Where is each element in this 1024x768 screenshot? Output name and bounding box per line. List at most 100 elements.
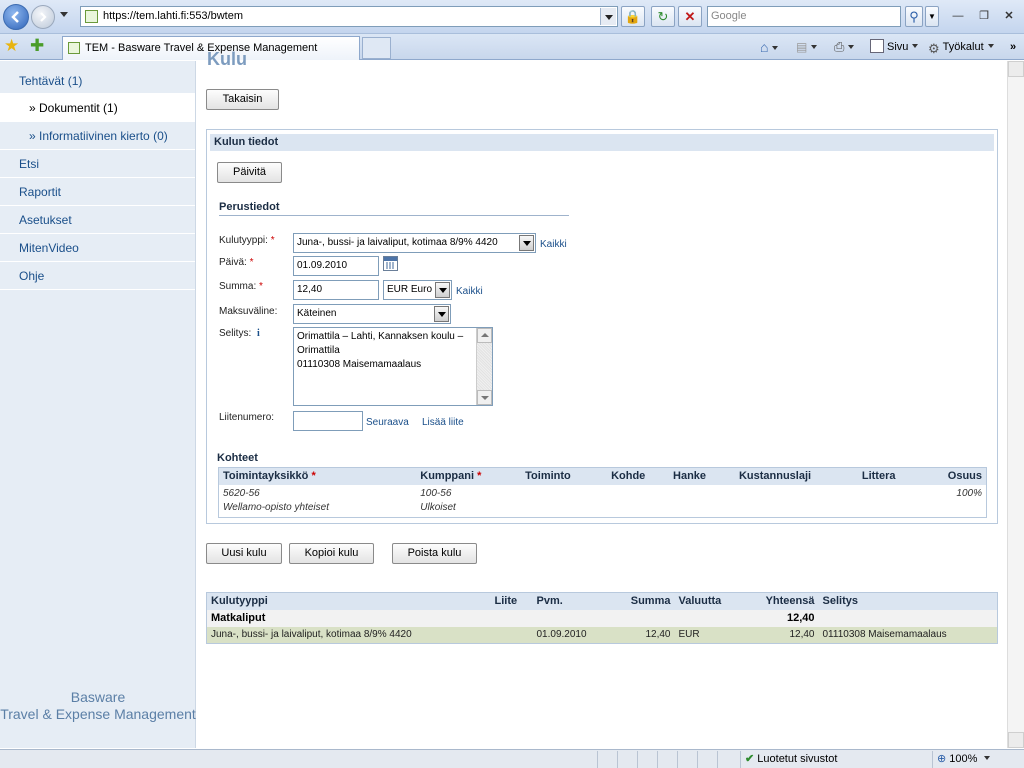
table-row[interactable]: Juna-, bussi- ja laivaliput, kotimaa 8/9…: [206, 626, 998, 644]
scroll-up-icon[interactable]: [1008, 61, 1024, 77]
add-attachment-link[interactable]: Lisää liite: [422, 417, 464, 428]
date-field[interactable]: 01.09.2010: [293, 256, 379, 276]
restore-icon[interactable]: ❐: [975, 8, 993, 25]
scroll-up-icon[interactable]: [477, 328, 492, 343]
panel-title: Kulun tiedot: [210, 134, 994, 151]
summary-group-row: Matkaliput 12,40: [206, 609, 998, 627]
attachment-number-field[interactable]: [293, 411, 363, 431]
stop-icon[interactable]: ✕: [678, 6, 702, 27]
new-tab-button[interactable]: [362, 37, 391, 59]
main-content: Kulu Takaisin Kulun tiedot Päivitä Perus…: [197, 49, 1006, 748]
col-project: Hanke: [669, 467, 735, 485]
share-cell: 100%: [956, 487, 982, 499]
page-menu[interactable]: Sivu: [870, 39, 919, 55]
search-icon[interactable]: ⚲: [905, 6, 923, 27]
description-label: Selitys: i: [219, 328, 260, 339]
basic-info-divider: [219, 215, 569, 216]
sidebar: Tehtävät (1) » Dokumentit (1) » Informat…: [0, 61, 196, 748]
close-window-icon[interactable]: ✕: [1000, 8, 1018, 25]
update-button[interactable]: Päivitä: [217, 162, 282, 183]
sidebar-item-tasks[interactable]: Tehtävät (1): [0, 61, 195, 94]
security-zone[interactable]: ✔ Luotetut sivustot: [740, 751, 932, 768]
back-button[interactable]: Takaisin: [206, 89, 279, 110]
address-dropdown-icon[interactable]: [600, 8, 616, 25]
sidebar-item-help[interactable]: Ohje: [0, 262, 195, 290]
add-favorite-icon[interactable]: ✚: [30, 36, 44, 56]
toolbar-overflow-icon[interactable]: »: [1010, 39, 1016, 55]
brand-line2: Travel & Expense Management: [0, 706, 196, 722]
new-expense-button[interactable]: Uusi kulu: [206, 543, 282, 564]
minimize-icon[interactable]: —: [949, 8, 967, 25]
delete-expense-button[interactable]: Poista kulu: [392, 543, 477, 564]
row-type: Juna-, bussi- ja laivaliput, kotimaa 8/9…: [206, 626, 491, 644]
print-icon[interactable]: ⎙: [834, 39, 855, 56]
lock-icon[interactable]: 🔒: [621, 6, 645, 27]
scroll-down-icon[interactable]: [1008, 732, 1024, 748]
page-scrollbar[interactable]: [1007, 61, 1024, 748]
info-icon[interactable]: i: [257, 328, 260, 339]
chevron-down-icon: [435, 282, 450, 298]
summary-header-row: Kulutyyppi Liite Pvm. Summa Valuutta Yht…: [206, 592, 998, 610]
amount-field[interactable]: 12,40: [293, 280, 379, 300]
history-dropdown-icon[interactable]: [60, 12, 68, 17]
attachment-number-label: Liitenumero:: [219, 412, 275, 423]
brand-line1: Basware: [70, 689, 126, 705]
currency-select[interactable]: EUR Euro: [383, 280, 452, 300]
security-zone-label: Luotetut sivustot: [757, 753, 838, 765]
sidebar-item-documents[interactable]: » Dokumentit (1): [0, 94, 195, 122]
col-partner: Kumppani *: [416, 467, 522, 485]
expense-type-select[interactable]: Juna-, bussi- ja laivaliput, kotimaa 8/9…: [293, 233, 536, 253]
refresh-icon[interactable]: ↻: [651, 6, 675, 27]
amount-label: Summa: *: [219, 281, 263, 292]
all-currencies-link[interactable]: Kaikki: [456, 286, 483, 297]
address-url: https://tem.lahti.fi:553/bwtem: [103, 10, 244, 22]
textarea-scrollbar[interactable]: [476, 328, 492, 405]
page-menu-label: Sivu: [887, 41, 909, 53]
forward-icon[interactable]: [31, 5, 55, 29]
sidebar-item-settings[interactable]: Asetukset: [0, 206, 195, 234]
search-options-icon[interactable]: ▼: [925, 6, 939, 27]
group-name: Matkaliput: [206, 609, 491, 627]
targets-title: Kohteet: [217, 452, 258, 464]
favorites-star-icon[interactable]: ★: [4, 36, 19, 56]
description-textarea[interactable]: Orimattila – Lahti, Kannaksen koulu – Or…: [293, 327, 493, 406]
address-bar[interactable]: https://tem.lahti.fi:553/bwtem: [80, 6, 618, 27]
sidebar-item-informative-circulation[interactable]: » Informatiivinen kierto (0): [0, 122, 195, 150]
expense-details-panel: Kulun tiedot Päivitä Perustiedot Kulutyy…: [206, 129, 998, 524]
description-line: 01110308 Maisemamaalaus: [297, 359, 422, 370]
table-row[interactable]: 5620-56 Wellamo-opisto yhteiset 100-56 Ulk…: [219, 485, 987, 518]
scroll-down-icon[interactable]: [477, 390, 492, 405]
basic-info-title: Perustiedot: [219, 201, 280, 213]
expense-summary-table: Kulutyyppi Liite Pvm. Summa Valuutta Yht…: [206, 592, 998, 644]
chevron-down-icon: [434, 306, 449, 322]
status-bar: ✔ Luotetut sivustot ⊕ 100%: [0, 749, 1024, 768]
sidebar-item-video[interactable]: MitenVideo: [0, 234, 195, 262]
page-title: Kulu: [207, 49, 247, 69]
search-input[interactable]: Google: [707, 6, 901, 27]
gear-icon: ⚙: [928, 41, 940, 56]
tools-menu[interactable]: ⚙ Työkalut: [928, 39, 994, 56]
col-amount: Summa: [602, 592, 675, 610]
sidebar-item-search[interactable]: Etsi: [0, 150, 195, 178]
payment-method-label: Maksuväline:: [219, 306, 278, 317]
zoom-icon: ⊕: [937, 753, 947, 765]
zoom-control[interactable]: ⊕ 100%: [932, 751, 1008, 768]
calendar-icon[interactable]: [383, 256, 398, 271]
home-icon[interactable]: ⌂: [760, 39, 779, 57]
tab-favicon-icon: [68, 42, 80, 54]
col-description: Selitys: [818, 592, 998, 610]
site-favicon-icon: [85, 10, 98, 23]
sidebar-item-label: » Informatiivinen kierto: [29, 129, 150, 143]
col-attachment: Liite: [490, 592, 533, 610]
all-expense-types-link[interactable]: Kaikki: [540, 239, 567, 250]
row-currency: EUR: [674, 626, 739, 644]
copy-expense-button[interactable]: Kopioi kulu: [289, 543, 374, 564]
payment-method-select[interactable]: Käteinen: [293, 304, 451, 324]
sidebar-item-reports[interactable]: Raportit: [0, 178, 195, 206]
feeds-icon[interactable]: ▤: [796, 39, 818, 56]
next-attachment-link[interactable]: Seuraava: [366, 417, 409, 428]
col-unit: Toimintayksikkö *: [218, 467, 417, 485]
partner-cell: 100-56 Ulkoiset: [420, 487, 456, 513]
sidebar-item-count: (1): [103, 101, 118, 115]
back-icon[interactable]: [3, 4, 29, 30]
